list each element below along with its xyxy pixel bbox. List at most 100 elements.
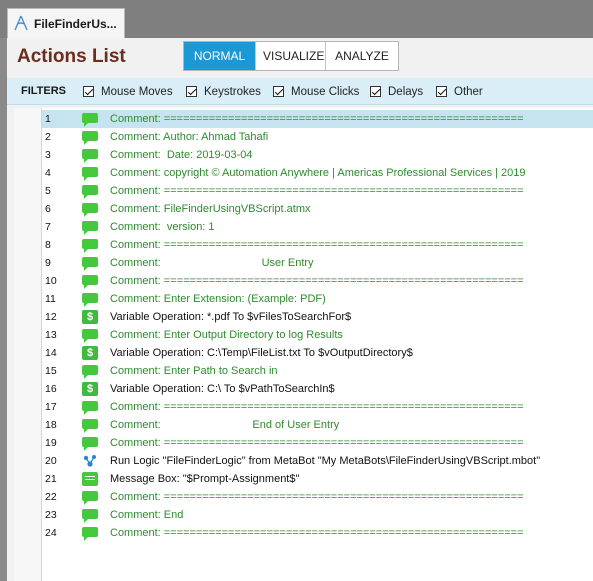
- action-row[interactable]: 21 Message Box: "$Prompt-Assignment$": [42, 470, 593, 488]
- mouse-moves-checkbox[interactable]: [83, 86, 94, 97]
- line-number: 13: [45, 329, 57, 341]
- action-text: Comment: Enter Extension: (Example: PDF): [110, 293, 326, 305]
- line-number: 8: [45, 239, 51, 251]
- comment-icon: [82, 149, 98, 163]
- filters-label: FILTERS: [21, 85, 67, 97]
- line-number: 3: [45, 149, 51, 161]
- line-number: 14: [45, 347, 57, 359]
- line-number: 21: [45, 473, 57, 485]
- line-number: 5: [45, 185, 51, 197]
- action-row[interactable]: 6 Comment: FileFinderUsingVBScript.atmx: [42, 200, 593, 218]
- line-number: 24: [45, 527, 57, 539]
- line-number: 4: [45, 167, 51, 179]
- line-number: 1: [45, 113, 51, 125]
- comment-icon: [82, 167, 98, 181]
- line-number: 6: [45, 203, 51, 215]
- action-row[interactable]: 11 Comment: Enter Extension: (Example: PD…: [42, 290, 593, 308]
- action-row[interactable]: 12 $ Variable Operation: *.pdf To $vFilesT…: [42, 308, 593, 326]
- action-row[interactable]: 16 $ Variable Operation: C:\ To $vPathToSe…: [42, 380, 593, 398]
- action-text: Comment: Date: 2019-03-04: [110, 149, 253, 161]
- action-row[interactable]: 18 Comment: End of User Entry: [42, 416, 593, 434]
- action-row[interactable]: 24 Comment: =============================…: [42, 524, 593, 542]
- action-text: Comment: ===============================…: [110, 491, 524, 503]
- action-row[interactable]: 10 Comment: =============================…: [42, 272, 593, 290]
- view-mode-switcher: NORMAL VISUALIZE ANALYZE: [183, 41, 399, 71]
- filter-keystrokes[interactable]: Keystrokes: [186, 84, 261, 99]
- comment-icon: [82, 275, 98, 289]
- line-number: 18: [45, 419, 57, 431]
- variable-icon: $: [82, 346, 98, 360]
- comment-icon: [82, 437, 98, 451]
- filter-label: Mouse Moves: [101, 85, 173, 98]
- action-row[interactable]: 5 Comment: ==============================…: [42, 182, 593, 200]
- page-title: Actions List: [17, 46, 126, 67]
- tab-task-file[interactable]: FileFinderUs...: [7, 8, 125, 38]
- comment-icon: [82, 509, 98, 523]
- action-row[interactable]: 3 Comment: Date: 2019-03-04: [42, 146, 593, 164]
- action-text: Comment: ===============================…: [110, 239, 524, 251]
- action-text: Comment: ===============================…: [110, 437, 524, 449]
- action-row[interactable]: 8 Comment: ==============================…: [42, 236, 593, 254]
- filter-label: Delays: [388, 85, 424, 98]
- filter-mouse-clicks[interactable]: Mouse Clicks: [273, 84, 359, 99]
- action-row[interactable]: 1 Comment: ==============================…: [42, 110, 593, 128]
- line-number: 23: [45, 509, 57, 521]
- line-number: 22: [45, 491, 57, 503]
- action-text: Run Logic "FileFinderLogic" from MetaBot…: [110, 455, 541, 467]
- comment-icon: [82, 401, 98, 415]
- action-row[interactable]: 17 Comment: =============================…: [42, 398, 593, 416]
- filter-mouse-moves[interactable]: Mouse Moves: [83, 84, 173, 99]
- action-text: Comment: ===============================…: [110, 527, 524, 539]
- comment-icon: [82, 221, 98, 235]
- action-row[interactable]: 15 Comment: Enter Path to Search in: [42, 362, 593, 380]
- mode-visualize-button[interactable]: VISUALIZE: [256, 42, 326, 70]
- list-gutter: [14, 108, 42, 581]
- filter-other[interactable]: Other: [436, 84, 483, 99]
- action-row[interactable]: 2 Comment: Author: Ahmad Tahafi: [42, 128, 593, 146]
- line-number: 17: [45, 401, 57, 413]
- action-row[interactable]: 20 Run Logic "FileFinderLogic" from MetaB…: [42, 452, 593, 470]
- automation-anywhere-logo-icon: [14, 15, 28, 31]
- line-number: 11: [45, 293, 56, 305]
- action-text: Variable Operation: *.pdf To $vFilesToSe…: [110, 311, 352, 323]
- message-box-icon: [82, 472, 98, 486]
- line-number: 12: [45, 311, 57, 323]
- metabot-icon: [82, 454, 98, 468]
- keystrokes-checkbox[interactable]: [186, 86, 197, 97]
- action-row[interactable]: 7 Comment: version: 1: [42, 218, 593, 236]
- delays-checkbox[interactable]: [370, 86, 381, 97]
- mouse-clicks-checkbox[interactable]: [273, 86, 284, 97]
- action-text: Comment: Enter Path to Search in: [110, 365, 278, 377]
- action-row[interactable]: 19 Comment: =============================…: [42, 434, 593, 452]
- other-checkbox[interactable]: [436, 86, 447, 97]
- action-text: Message Box: "$Prompt-Assignment$": [110, 473, 300, 485]
- mode-analyze-button[interactable]: ANALYZE: [326, 42, 398, 70]
- line-number: 7: [45, 221, 51, 233]
- filter-delays[interactable]: Delays: [370, 84, 423, 99]
- comment-icon: [82, 113, 98, 127]
- filter-label: Keystrokes: [204, 85, 261, 98]
- action-row[interactable]: 4 Comment: copyright © Automation Anywher…: [42, 164, 593, 182]
- action-row[interactable]: 9 Comment: User Entry: [42, 254, 593, 272]
- action-row[interactable]: 22 Comment: =============================…: [42, 488, 593, 506]
- tab-strip: FileFinderUs...: [0, 0, 593, 38]
- action-text: Comment: copyright © Automation Anywhere…: [110, 167, 526, 179]
- action-rows: 1 Comment: ==============================…: [42, 110, 593, 542]
- mode-normal-button[interactable]: NORMAL: [184, 42, 256, 70]
- line-number: 9: [45, 257, 51, 269]
- comment-icon: [82, 293, 98, 307]
- action-text: Comment: End of User Entry: [110, 419, 340, 431]
- line-number: 20: [45, 455, 57, 467]
- action-row[interactable]: 23 Comment: End: [42, 506, 593, 524]
- action-row[interactable]: 14 $ Variable Operation: C:\Temp\FileList.…: [42, 344, 593, 362]
- line-number: 19: [45, 437, 57, 449]
- action-text: Comment: Enter Output Directory to log R…: [110, 329, 343, 341]
- action-row[interactable]: 13 Comment: Enter Output Directory to log…: [42, 326, 593, 344]
- comment-icon: [82, 131, 98, 145]
- action-text: Comment: End: [110, 509, 184, 521]
- comment-icon: [82, 491, 98, 505]
- actions-list: 1 Comment: ==============================…: [14, 108, 593, 581]
- filter-label: Other: [454, 85, 483, 98]
- action-text: Variable Operation: C:\Temp\FileList.txt…: [110, 347, 413, 359]
- comment-icon: [82, 419, 98, 433]
